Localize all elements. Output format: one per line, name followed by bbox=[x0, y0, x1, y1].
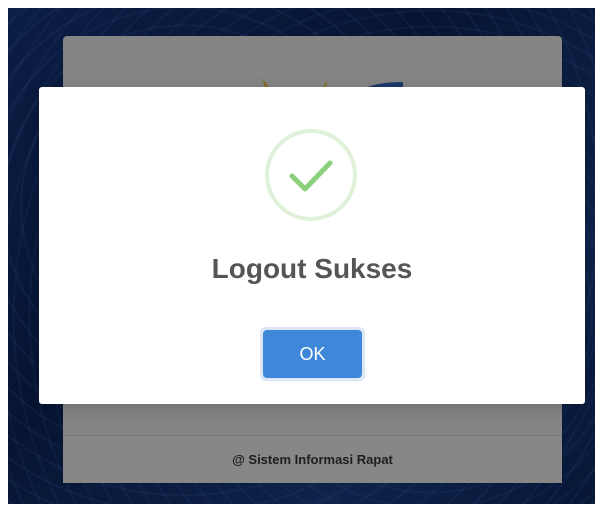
check-circle-icon bbox=[265, 129, 357, 221]
ok-button-focus-ring: OK bbox=[260, 327, 365, 381]
ok-button[interactable]: OK bbox=[263, 330, 362, 378]
dialog-title: Logout Sukses bbox=[211, 253, 413, 284]
login-background: @ Sistem Informasi Rapat Logout Sukses O… bbox=[8, 8, 595, 504]
logout-success-dialog: Logout Sukses OK bbox=[39, 87, 585, 404]
